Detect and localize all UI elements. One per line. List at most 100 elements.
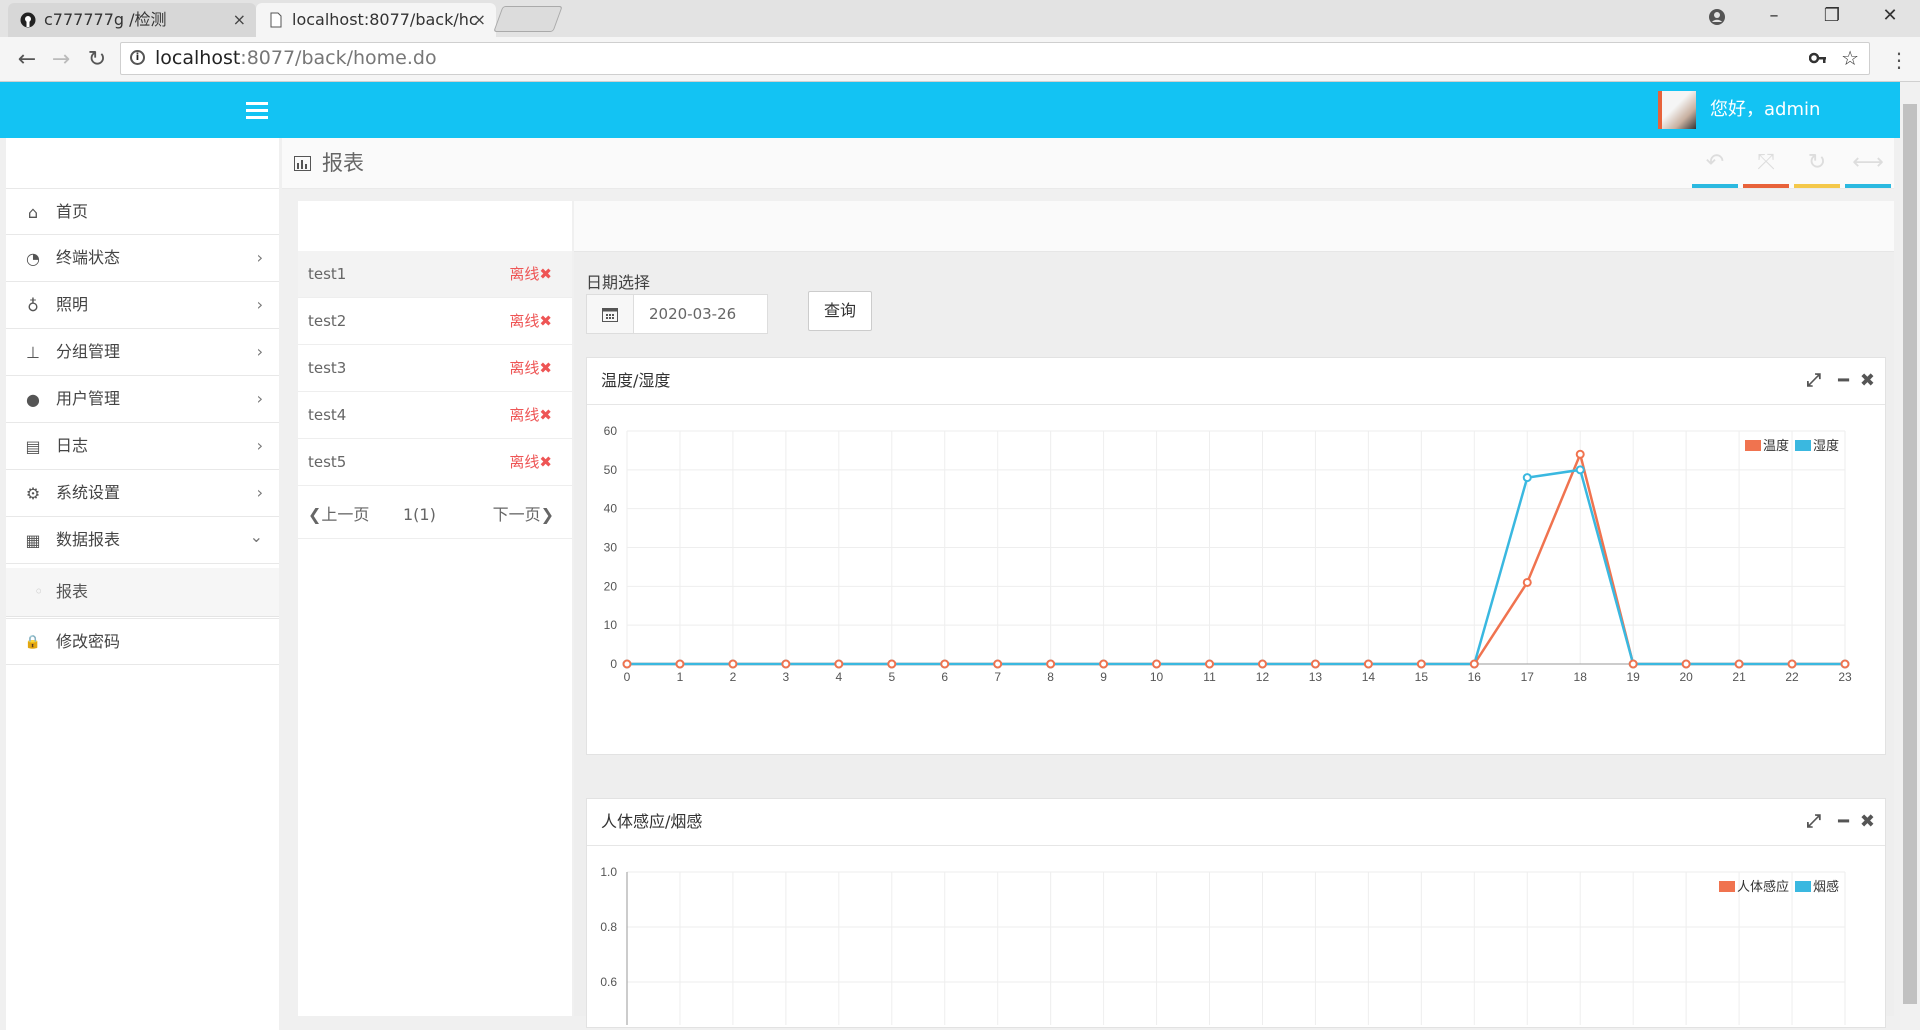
- device-row[interactable]: test5 离线✖: [298, 439, 572, 486]
- sidebar-item-logs[interactable]: ▤ 日志 ›: [6, 423, 279, 470]
- collapse-icon[interactable]: ━: [1838, 799, 1849, 845]
- chevron-right-icon: ›: [256, 342, 263, 361]
- back-icon[interactable]: ←: [12, 45, 42, 75]
- page-scrollbar[interactable]: [1900, 82, 1920, 1030]
- bookmark-star-icon[interactable]: ☆: [1841, 43, 1859, 74]
- expand-icon[interactable]: ⤢: [1807, 799, 1821, 845]
- url-input[interactable]: i localhost:8077/back/home.do ☆: [120, 42, 1870, 75]
- maximize-icon[interactable]: ❐: [1806, 0, 1858, 34]
- key-icon[interactable]: [1809, 51, 1827, 65]
- legend-swatch: [1795, 881, 1811, 892]
- data-point: [675, 659, 685, 669]
- sidebar-item-home[interactable]: ⌂ 首页: [6, 188, 279, 235]
- y-tick-label: 0.6: [600, 975, 617, 989]
- device-list-header: [298, 201, 572, 252]
- expand-icon[interactable]: ⤢: [1807, 358, 1821, 404]
- data-point: [1469, 659, 1479, 669]
- tab-close-icon[interactable]: ×: [233, 3, 246, 37]
- data-point: [993, 659, 1003, 669]
- data-point: [622, 659, 632, 669]
- data-point: [1575, 449, 1585, 459]
- new-tab-button[interactable]: [493, 6, 563, 32]
- date-filter-label: 日期选择: [586, 273, 651, 292]
- motion-smoke-chart: 1.0 0.8 0.6 人体感应 烟感: [600, 865, 1846, 1025]
- prev-page-link[interactable]: ❮上一页: [308, 491, 369, 538]
- x-tick-label: 20: [1679, 670, 1693, 684]
- device-row[interactable]: test2 离线✖: [298, 298, 572, 345]
- data-point: [887, 659, 897, 669]
- fullscreen-icon[interactable]: ⤧: [1743, 150, 1789, 188]
- date-picker-input[interactable]: 2020-03-26: [586, 294, 768, 334]
- scrollbar-thumb[interactable]: [1903, 104, 1917, 1004]
- browser-tab-localhost[interactable]: localhost:8077/back/hc ×: [256, 3, 496, 37]
- x-tick-label: 12: [1256, 670, 1270, 684]
- sidebar-item-lighting[interactable]: ♁ 照明 ›: [6, 282, 279, 329]
- y-tick-label: 40: [604, 502, 618, 516]
- motion-smoke-panel: 人体感应/烟感 ⤢ ━ ✖ 1.0 0.8 0.6 人体感应 烟感: [586, 798, 1886, 1028]
- sidebar-item-terminal-status[interactable]: ◔ 终端状态 ›: [6, 235, 279, 282]
- sidebar-item-label: 系统设置: [56, 483, 121, 502]
- device-row[interactable]: test1 离线✖: [298, 251, 572, 298]
- legend-item: 人体感应: [1719, 879, 1789, 894]
- bar-chart-icon: [294, 156, 311, 171]
- minimize-icon[interactable]: –: [1748, 0, 1800, 34]
- device-name: test3: [308, 359, 347, 377]
- reload-icon[interactable]: ↻: [82, 45, 112, 75]
- collapse-icon[interactable]: ━: [1838, 358, 1849, 404]
- tab-close-icon[interactable]: ×: [473, 3, 486, 37]
- device-row[interactable]: test4 离线✖: [298, 392, 572, 439]
- close-icon[interactable]: ✖: [1860, 799, 1875, 845]
- info-icon[interactable]: i: [130, 50, 145, 65]
- hamburger-menu-icon[interactable]: [246, 99, 268, 121]
- sidebar-item-user-management[interactable]: ● 用户管理 ›: [6, 376, 279, 423]
- user-greeting[interactable]: 您好，admin: [1710, 82, 1820, 138]
- sidebar-item-group-management[interactable]: ⊥ 分组管理 ›: [6, 329, 279, 376]
- report-header: [574, 201, 1894, 252]
- data-point: [728, 659, 738, 669]
- query-button[interactable]: 查询: [808, 291, 872, 331]
- account-icon[interactable]: [1708, 8, 1726, 26]
- chevron-right-icon: ›: [256, 436, 263, 455]
- app-header: 您好，admin: [0, 82, 1900, 138]
- lightbulb-icon: ♁: [27, 296, 39, 315]
- resize-icon[interactable]: ⟷: [1845, 150, 1891, 188]
- sidebar-item-change-password[interactable]: 🔒 修改密码: [6, 618, 279, 665]
- device-row[interactable]: test3 离线✖: [298, 345, 572, 392]
- device-status: 离线✖: [509, 312, 552, 330]
- page-indicator: 1(1): [403, 505, 436, 524]
- sidebar-subitem-report[interactable]: ◦ 报表: [6, 568, 279, 617]
- sidebar-item-system-settings[interactable]: ⚙ 系统设置 ›: [6, 470, 279, 517]
- sidebar-item-label: 照明: [56, 295, 89, 314]
- menu-dots-icon[interactable]: ⋮: [1884, 45, 1914, 75]
- x-tick-label: 18: [1574, 670, 1588, 684]
- panel-title: 温度/湿度: [601, 371, 671, 390]
- data-point: [1310, 659, 1320, 669]
- y-tick-label: 1.0: [600, 865, 617, 879]
- y-tick-label: 0: [610, 657, 617, 671]
- device-status: 离线✖: [509, 453, 552, 471]
- data-point: [1152, 659, 1162, 669]
- avatar[interactable]: [1658, 91, 1696, 129]
- calendar-icon[interactable]: [587, 295, 634, 333]
- toolbar-color-bar: [1794, 184, 1840, 188]
- y-tick-label: 30: [604, 541, 618, 555]
- x-tick-label: 10: [1150, 670, 1164, 684]
- x-tick-label: 2: [730, 670, 737, 684]
- pagination: ❮上一页 1(1) 下一页❯: [298, 491, 572, 539]
- sidebar-item-data-reports[interactable]: ▦ 数据报表 ⌄: [6, 517, 279, 564]
- sidebar: ⌂ 首页 ◔ 终端状态 › ♁ 照明 › ⊥ 分组管理 › ● 用户管理 › ▤…: [6, 138, 279, 1030]
- legend-swatch: [1745, 440, 1761, 451]
- browser-tab-github[interactable]: c777777g /检测 ×: [8, 3, 256, 37]
- refresh-icon[interactable]: ↻: [1794, 150, 1840, 188]
- close-window-icon[interactable]: ✕: [1864, 0, 1916, 34]
- next-page-link[interactable]: 下一页❯: [493, 491, 554, 538]
- back-arrow-icon[interactable]: ↶: [1692, 150, 1738, 188]
- toolbar-color-bar: [1845, 184, 1891, 188]
- data-point: [1575, 465, 1585, 475]
- y-tick-label: 0.8: [600, 920, 617, 934]
- close-icon[interactable]: ✖: [1860, 358, 1875, 404]
- data-point: [1257, 659, 1267, 669]
- forward-icon[interactable]: →: [46, 45, 76, 75]
- lock-icon: 🔒: [24, 635, 42, 650]
- chevron-down-icon: ⌄: [249, 527, 263, 546]
